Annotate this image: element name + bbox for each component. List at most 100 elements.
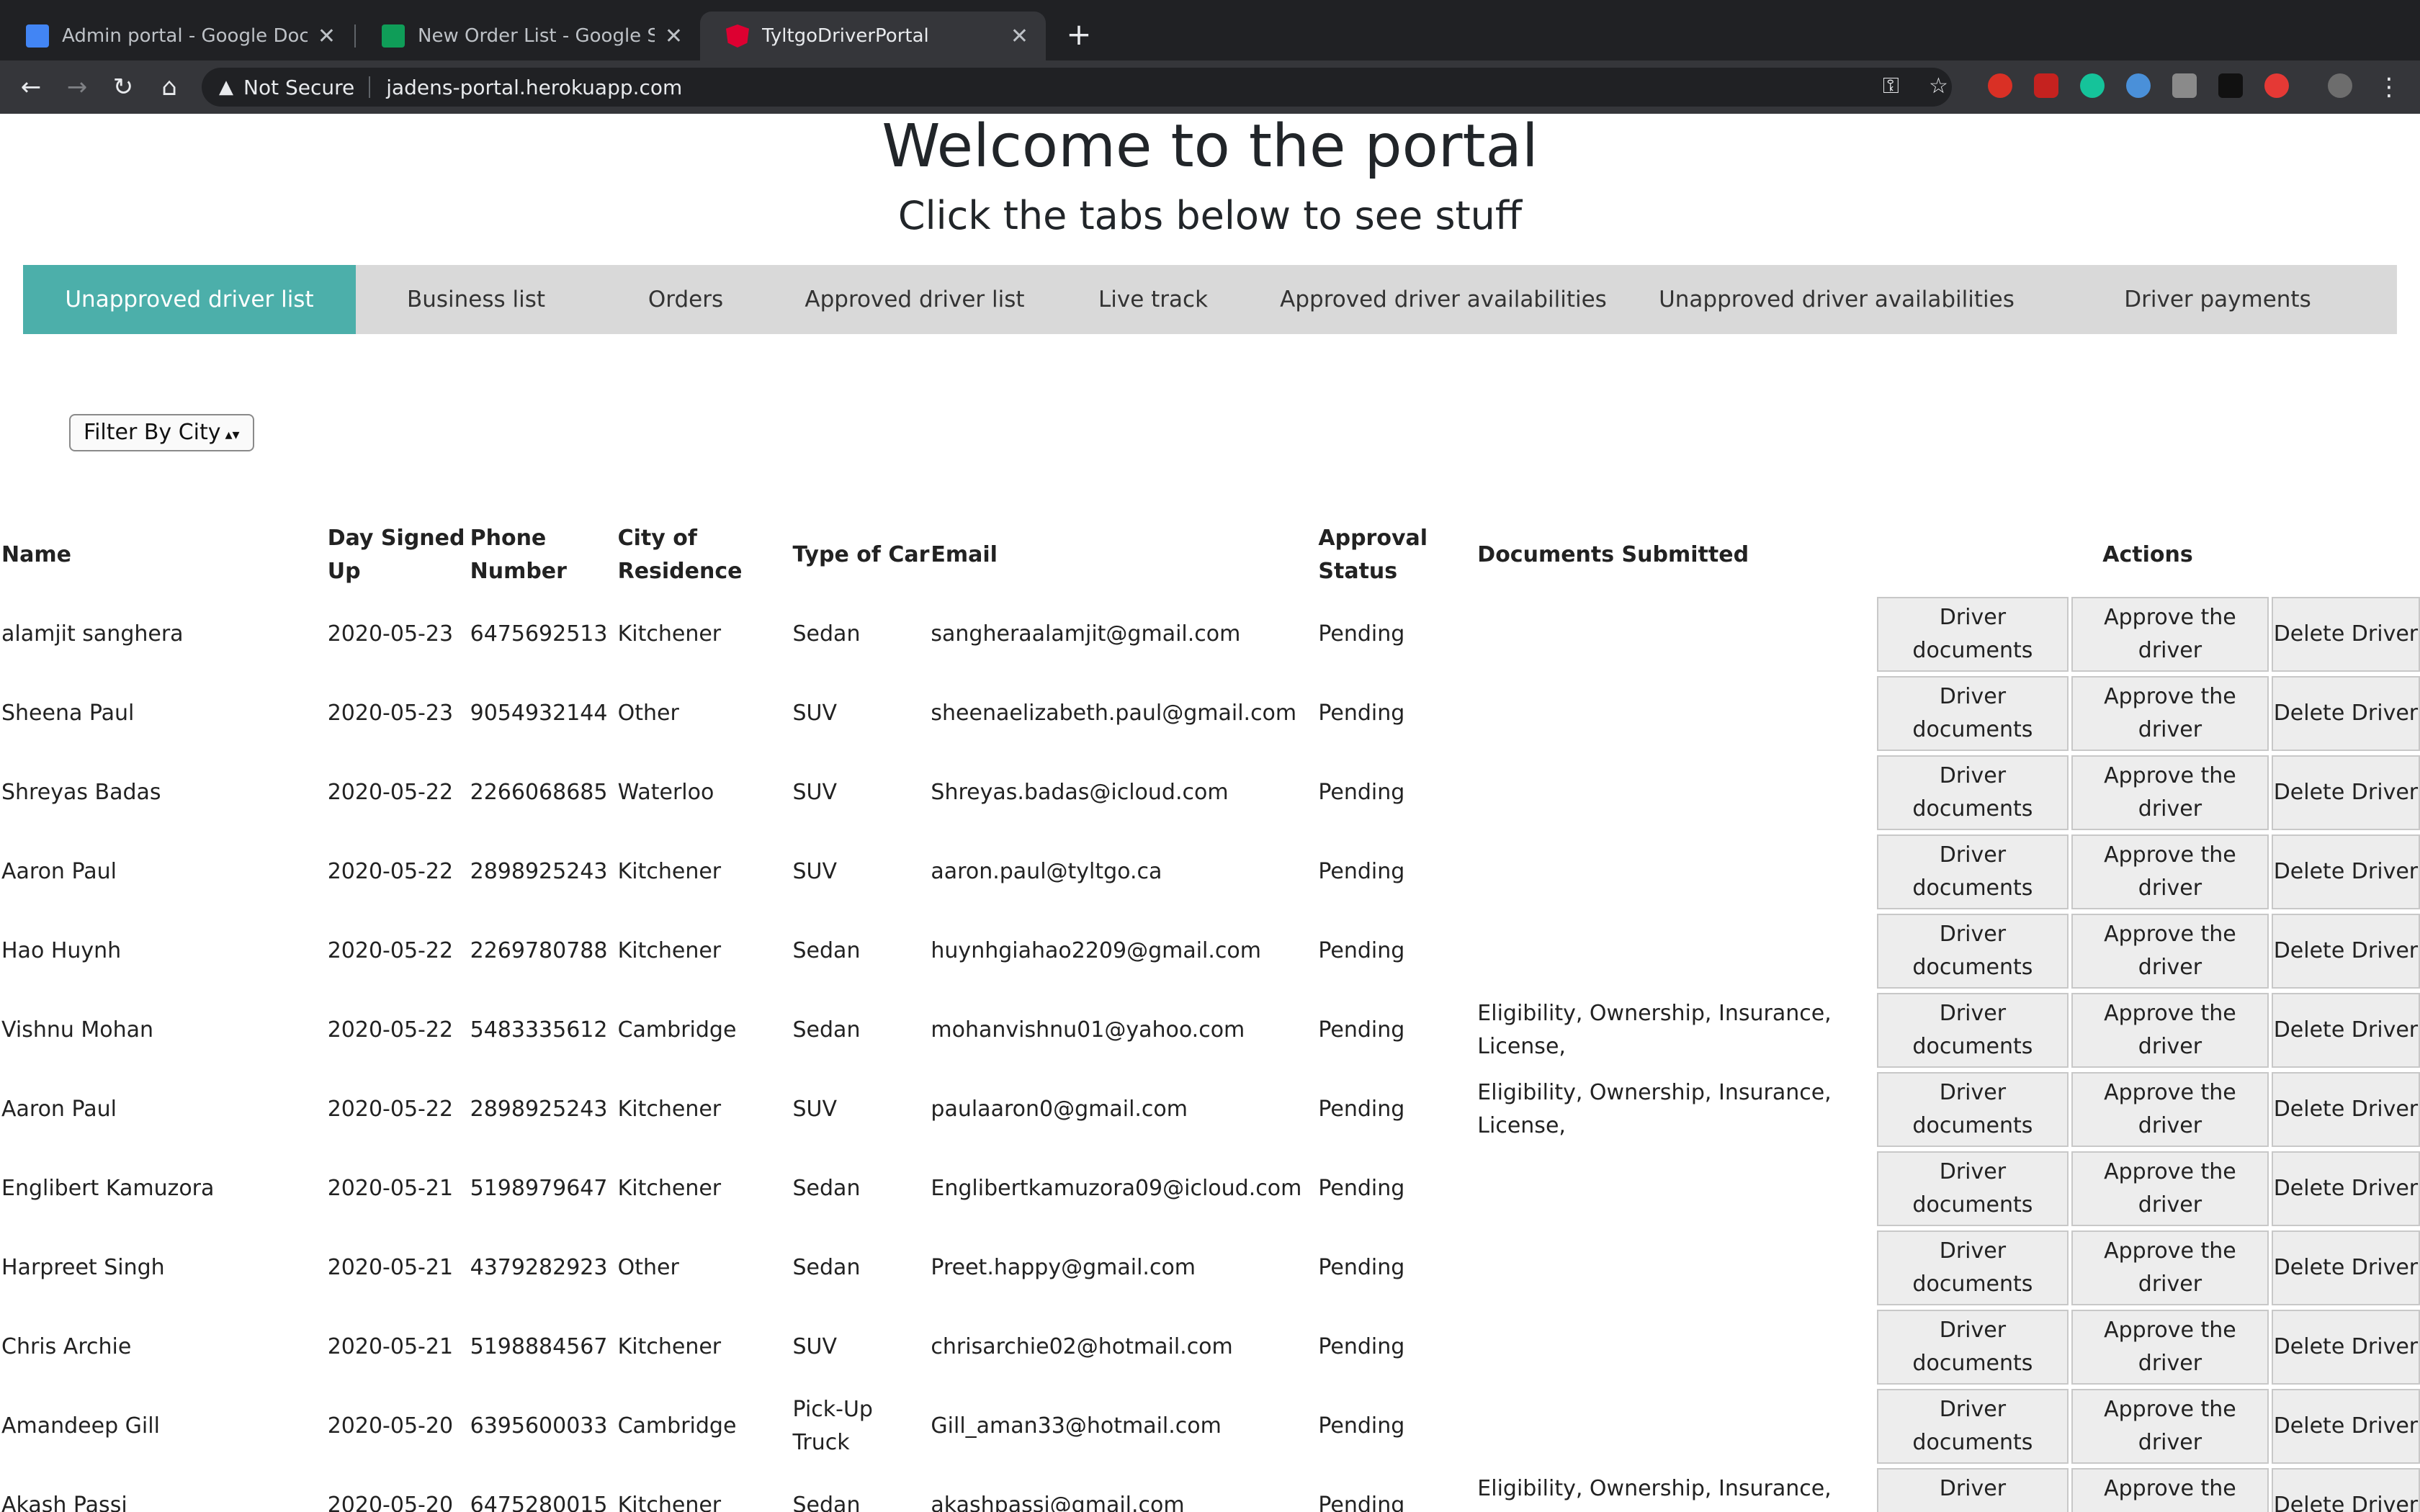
approve-driver-button[interactable]: Approve the driver — [2071, 1072, 2269, 1147]
google-docs-icon — [26, 24, 49, 48]
cell-email: Gill_aman33@hotmail.com — [931, 1413, 1222, 1439]
approve-driver-button[interactable]: Approve the driver — [2071, 993, 2269, 1068]
cell-name: Akash Passi — [1, 1493, 127, 1512]
driver-documents-button[interactable]: Driver documents — [1876, 1468, 2069, 1512]
tab-driver-payments[interactable]: Driver payments — [2038, 265, 2397, 334]
cell-name: Chris Archie — [1, 1334, 132, 1359]
cell-approval-status: Pending — [1318, 621, 1405, 647]
tab-unapproved-driver-list[interactable]: Unapproved driver list — [23, 265, 356, 334]
url-text[interactable]: jadens-portal.herokuapp.com — [386, 76, 682, 99]
cell-phone: 5198884567 — [470, 1334, 608, 1359]
approve-driver-button[interactable]: Approve the driver — [2071, 914, 2269, 989]
browser-tab-title: New Order List - Google Sheets — [418, 25, 655, 47]
forward-arrow-icon[interactable]: → — [62, 72, 92, 102]
approve-driver-button[interactable]: Approve the driver — [2071, 755, 2269, 830]
cell-city: Waterloo — [617, 780, 714, 805]
tab-orders[interactable]: Orders — [596, 265, 775, 334]
cell-city: Kitchener — [617, 1493, 722, 1512]
extension-adblock-icon[interactable] — [2034, 73, 2058, 98]
filter-by-city-select[interactable]: Filter By City ▴▾ — [69, 414, 254, 451]
extension-translate-icon[interactable] — [2172, 73, 2197, 98]
tab-business-list[interactable]: Business list — [356, 265, 596, 334]
extension-grammarly-icon[interactable] — [2080, 73, 2105, 98]
portal-tabs: Unapproved driver list Business list Ord… — [23, 265, 2397, 334]
browser-tab-google-sheets[interactable]: New Order List - Google Sheets ✕ — [356, 12, 700, 60]
approve-driver-button[interactable]: Approve the driver — [2071, 1310, 2269, 1385]
cell-approval-status: Pending — [1318, 1097, 1405, 1122]
delete-driver-button[interactable]: Delete Driver — [2271, 1151, 2420, 1226]
cell-city: Kitchener — [617, 938, 722, 963]
home-icon[interactable]: ⌂ — [154, 72, 184, 102]
delete-driver-button[interactable]: Delete Driver — [2271, 1310, 2420, 1385]
delete-driver-button[interactable]: Delete Driver — [2271, 1389, 2420, 1464]
cell-email: Shreyas.badas@icloud.com — [931, 780, 1229, 805]
cell-email: huynhgiahao2209@gmail.com — [931, 938, 1262, 963]
delete-driver-button[interactable]: Delete Driver — [2271, 1072, 2420, 1147]
approve-driver-button[interactable]: Approve the driver — [2071, 1230, 2269, 1305]
delete-driver-button[interactable]: Delete Driver — [2271, 834, 2420, 909]
close-icon[interactable]: ✕ — [665, 24, 683, 49]
profile-avatar[interactable] — [2328, 73, 2352, 98]
star-icon[interactable]: ☆ — [1929, 71, 1948, 102]
cell-actions: Driver documentsApprove the driverDelete… — [1876, 1070, 2420, 1149]
approve-driver-button[interactable]: Approve the driver — [2071, 1468, 2269, 1512]
cell-car-type: SUV — [792, 701, 838, 726]
delete-driver-button[interactable]: Delete Driver — [2271, 1230, 2420, 1305]
driver-documents-button[interactable]: Driver documents — [1876, 676, 2069, 751]
header-name: Name — [1, 542, 71, 567]
menu-dots-icon[interactable]: ⋮ — [2374, 72, 2404, 102]
security-label[interactable]: Not Secure — [243, 76, 354, 99]
cell-email: mohanvishnu01@yahoo.com — [931, 1017, 1245, 1043]
driver-documents-button[interactable]: Driver documents — [1876, 834, 2069, 909]
browser-tab-driver-portal[interactable]: TyltgoDriverPortal ✕ — [700, 12, 1046, 60]
cell-approval-status: Pending — [1318, 701, 1405, 726]
filter-label: Filter By City — [84, 420, 221, 445]
key-icon[interactable]: ⚿ — [1883, 71, 1899, 102]
approve-driver-button[interactable]: Approve the driver — [2071, 1151, 2269, 1226]
cell-name: Amandeep Gill — [1, 1413, 160, 1439]
delete-driver-button[interactable]: Delete Driver — [2271, 597, 2420, 672]
cell-name: Aaron Paul — [1, 1097, 117, 1122]
browser-tab-google-docs[interactable]: Admin portal - Google Docs ✕ — [0, 12, 353, 60]
driver-documents-button[interactable]: Driver documents — [1876, 755, 2069, 830]
cell-approval-status: Pending — [1318, 780, 1405, 805]
driver-documents-button[interactable]: Driver documents — [1876, 597, 2069, 672]
delete-driver-button[interactable]: Delete Driver — [2271, 993, 2420, 1068]
new-tab-button[interactable]: + — [1065, 19, 1093, 50]
back-arrow-icon[interactable]: ← — [16, 72, 46, 102]
delete-driver-button[interactable]: Delete Driver — [2271, 1468, 2420, 1512]
extension-dark-icon[interactable] — [2218, 73, 2243, 98]
close-icon[interactable]: ✕ — [1010, 24, 1028, 49]
tab-live-track[interactable]: Live track — [1054, 265, 1252, 334]
cell-approval-status: Pending — [1318, 938, 1405, 963]
tab-approved-driver-availabilities[interactable]: Approved driver availabilities — [1252, 265, 1635, 334]
cell-phone: 2898925243 — [470, 1097, 608, 1122]
driver-documents-button[interactable]: Driver documents — [1876, 1072, 2069, 1147]
approve-driver-button[interactable]: Approve the driver — [2071, 676, 2269, 751]
driver-documents-button[interactable]: Driver documents — [1876, 1389, 2069, 1464]
reload-icon[interactable]: ↻ — [108, 72, 138, 102]
driver-documents-button[interactable]: Driver documents — [1876, 1310, 2069, 1385]
cell-city: Kitchener — [617, 1176, 722, 1201]
delete-driver-button[interactable]: Delete Driver — [2271, 755, 2420, 830]
extension-stop-icon[interactable] — [1988, 73, 2012, 98]
address-bar[interactable]: ▲ Not Secure jadens-portal.herokuapp.com — [202, 68, 1952, 107]
cell-email: sangheraalamjit@gmail.com — [931, 621, 1241, 647]
driver-documents-button[interactable]: Driver documents — [1876, 993, 2069, 1068]
tab-unapproved-driver-availabilities[interactable]: Unapproved driver availabilities — [1635, 265, 2038, 334]
extension-w-icon[interactable] — [2126, 73, 2151, 98]
tab-approved-driver-list[interactable]: Approved driver list — [775, 265, 1054, 334]
cell-phone: 2269780788 — [470, 938, 608, 963]
delete-driver-button[interactable]: Delete Driver — [2271, 914, 2420, 989]
approve-driver-button[interactable]: Approve the driver — [2071, 834, 2269, 909]
approve-driver-button[interactable]: Approve the driver — [2071, 1389, 2269, 1464]
approve-driver-button[interactable]: Approve the driver — [2071, 597, 2269, 672]
delete-driver-button[interactable]: Delete Driver — [2271, 676, 2420, 751]
close-icon[interactable]: ✕ — [318, 24, 336, 49]
driver-documents-button[interactable]: Driver documents — [1876, 914, 2069, 989]
extension-sync-icon[interactable] — [2264, 73, 2289, 98]
driver-documents-button[interactable]: Driver documents — [1876, 1230, 2069, 1305]
cell-phone: 2898925243 — [470, 859, 608, 884]
cell-email: aaron.paul@tyltgo.ca — [931, 859, 1162, 884]
driver-documents-button[interactable]: Driver documents — [1876, 1151, 2069, 1226]
